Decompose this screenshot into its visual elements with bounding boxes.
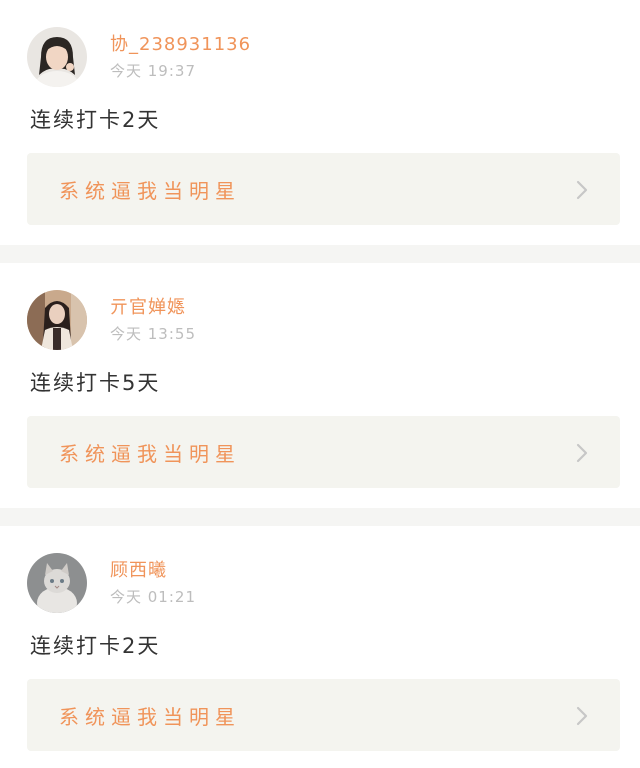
book-link-title: 系统逼我当明星 [59, 442, 241, 466]
book-link-card[interactable]: 系统逼我当明星 [27, 679, 620, 751]
feed-post: 顾西曦 今天 01:21 连续打卡2天 系统逼我当明星 [0, 526, 640, 768]
chevron-right-icon [576, 180, 588, 200]
post-timestamp: 今天 13:55 [110, 325, 196, 343]
post-timestamp: 今天 19:37 [110, 62, 196, 80]
feed-post: 协_238931136 今天 19:37 连续打卡2天 系统逼我当明星 [0, 0, 640, 245]
checkin-feed: 协_238931136 今天 19:37 连续打卡2天 系统逼我当明星 亓官婵嫕… [0, 0, 640, 768]
post-divider [0, 508, 640, 526]
feed-post: 亓官婵嫕 今天 13:55 连续打卡5天 系统逼我当明星 [0, 263, 640, 508]
post-divider [0, 245, 640, 263]
avatar-photo-icon [27, 27, 87, 87]
post-text: 连续打卡2天 [30, 108, 161, 132]
book-link-title: 系统逼我当明星 [59, 705, 241, 729]
post-timestamp: 今天 01:21 [110, 588, 196, 606]
chevron-right-icon [576, 706, 588, 726]
post-text: 连续打卡5天 [30, 371, 161, 395]
username[interactable]: 协_238931136 [110, 30, 251, 56]
book-link-title: 系统逼我当明星 [59, 179, 241, 203]
username[interactable]: 亓官婵嫕 [110, 293, 186, 319]
chevron-right-icon [576, 443, 588, 463]
avatar[interactable] [27, 27, 87, 87]
avatar[interactable] [27, 553, 87, 613]
username[interactable]: 顾西曦 [110, 556, 167, 582]
book-link-card[interactable]: 系统逼我当明星 [27, 153, 620, 225]
avatar[interactable] [27, 290, 87, 350]
avatar-photo-icon [27, 553, 87, 613]
post-text: 连续打卡2天 [30, 634, 161, 658]
book-link-card[interactable]: 系统逼我当明星 [27, 416, 620, 488]
avatar-photo-icon [27, 290, 87, 350]
